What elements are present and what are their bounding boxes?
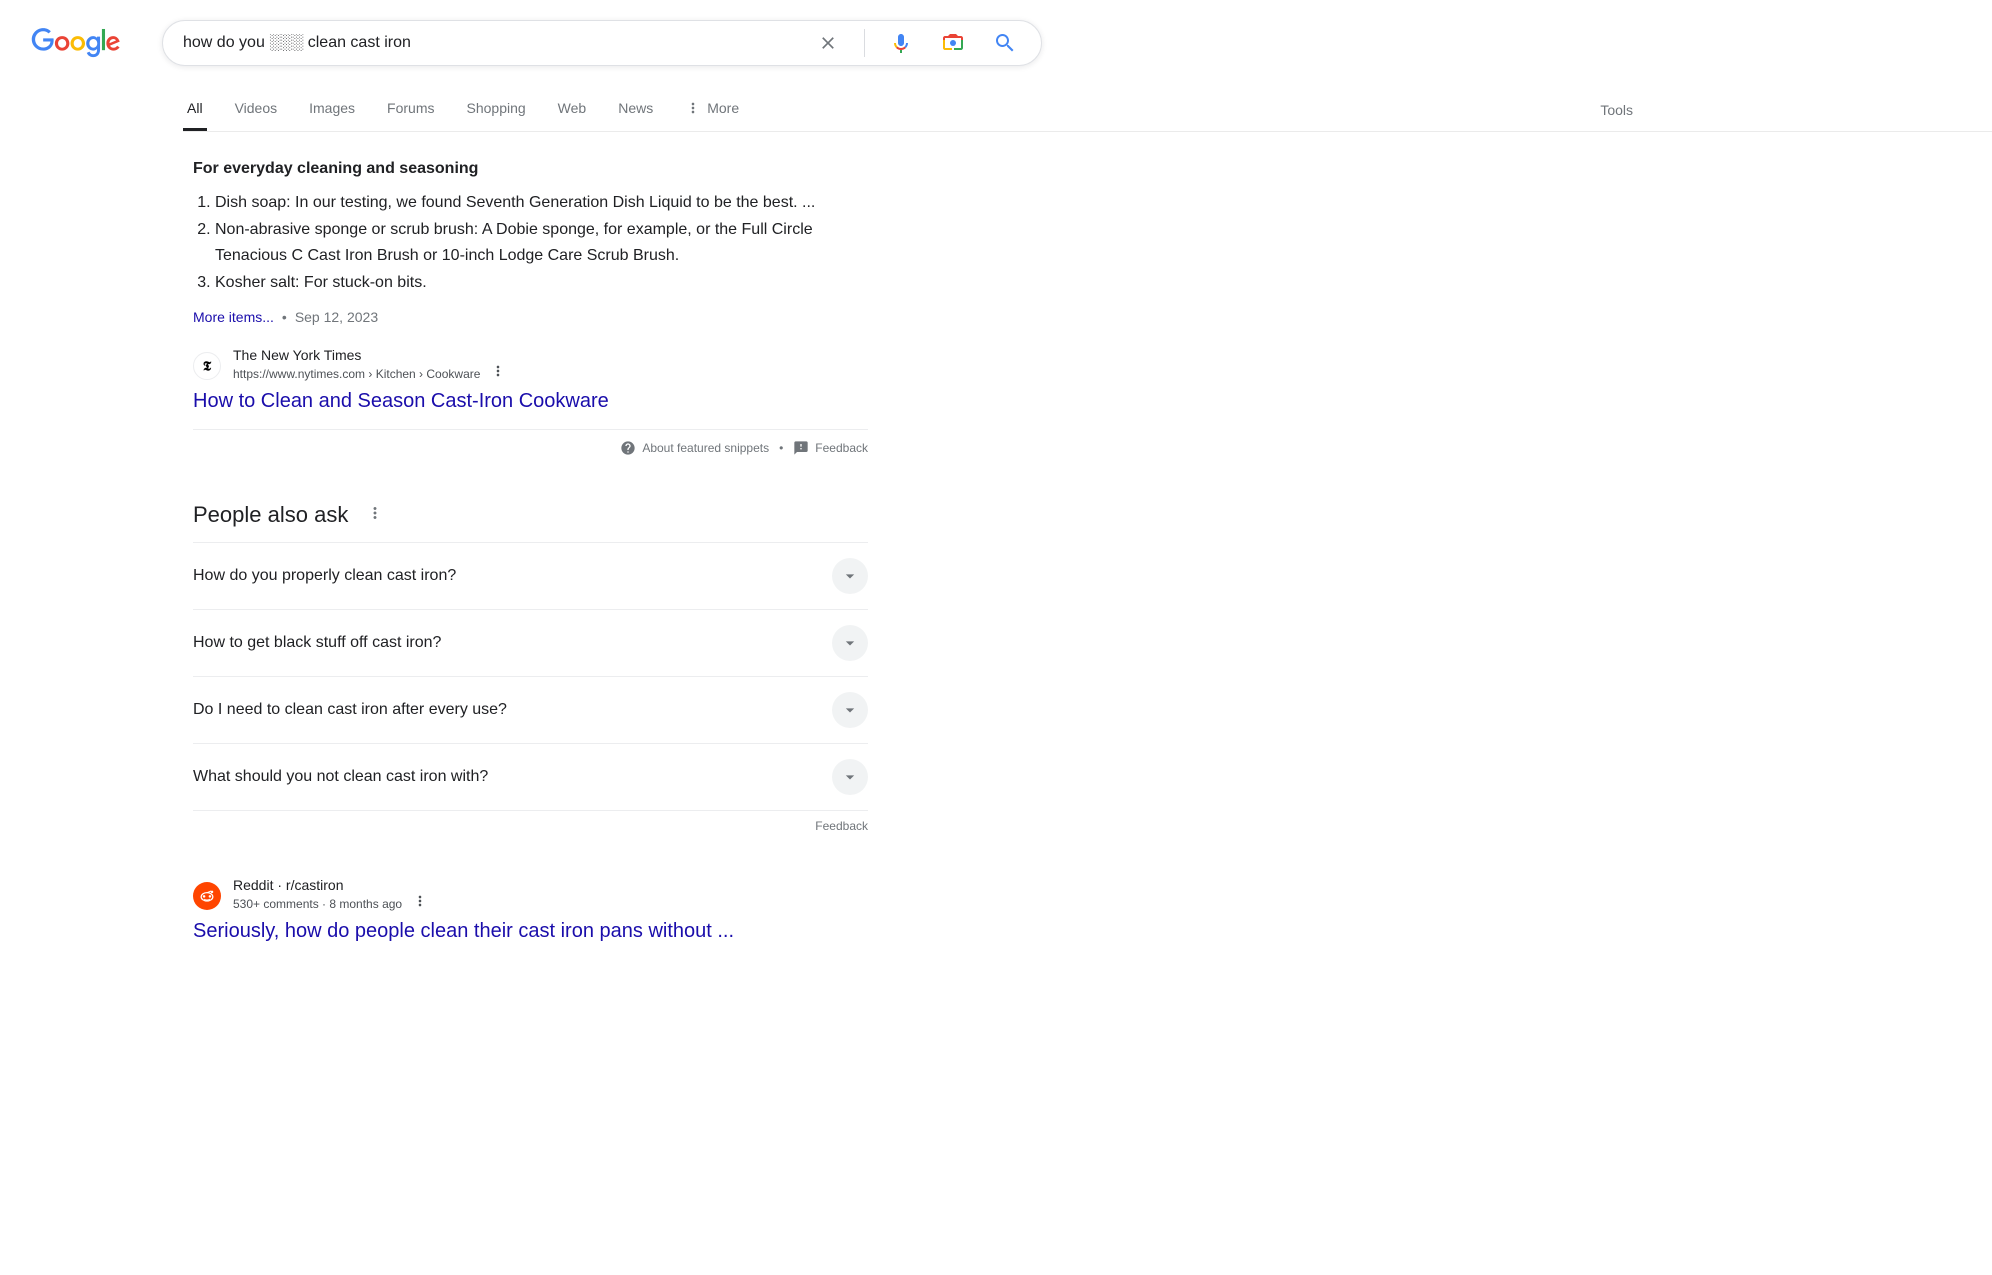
more-label: More (707, 100, 739, 116)
result-title-link[interactable]: Seriously, how do people clean their cas… (193, 920, 868, 943)
paa-question-text: Do I need to clean cast iron after every… (193, 701, 507, 719)
result-title-link[interactable]: How to Clean and Season Cast-Iron Cookwa… (193, 390, 868, 413)
paa-title: People also ask (193, 502, 348, 528)
source-name: Reddit · r/castiron (233, 877, 428, 893)
paa-question-text: How do you properly clean cast iron? (193, 567, 456, 585)
more-vert-icon (685, 100, 701, 116)
about-snippets-link[interactable]: About featured snippets (620, 440, 769, 456)
tab-videos[interactable]: Videos (231, 84, 282, 131)
tab-more[interactable]: More (681, 84, 743, 131)
people-also-ask: People also ask How do you properly clea… (193, 502, 868, 833)
clear-icon[interactable] (808, 23, 848, 63)
svg-text:𝕿: 𝕿 (203, 358, 212, 373)
chevron-down-icon (832, 625, 868, 661)
reddit-favicon (193, 882, 221, 910)
voice-search-icon[interactable] (881, 23, 921, 63)
result-menu-icon[interactable] (490, 363, 506, 384)
snippet-item: Kosher salt: For stuck-on bits. (215, 270, 868, 295)
separator: • (282, 309, 287, 325)
separator: • (779, 441, 783, 455)
source-meta: 530+ comments · 8 months ago (233, 897, 402, 911)
chevron-down-icon (832, 759, 868, 795)
feedback-link[interactable]: Feedback (793, 440, 868, 456)
paa-question-text: What should you not clean cast iron with… (193, 768, 488, 786)
search-input[interactable] (183, 34, 808, 52)
chevron-down-icon (832, 558, 868, 594)
search-icon[interactable] (985, 23, 1025, 63)
snippet-heading: For everyday cleaning and seasoning (193, 160, 868, 178)
source-name: The New York Times (233, 347, 506, 363)
tab-images[interactable]: Images (305, 84, 359, 131)
search-tabs: All Videos Images Forums Shopping Web Ne… (183, 84, 743, 131)
tab-web[interactable]: Web (554, 84, 591, 131)
help-icon (620, 440, 636, 456)
source-url: https://www.nytimes.com › Kitchen › Cook… (233, 367, 480, 381)
google-logo[interactable] (30, 28, 122, 63)
feedback-label: Feedback (815, 441, 868, 455)
tab-news[interactable]: News (614, 84, 657, 131)
snippet-date: Sep 12, 2023 (295, 309, 378, 325)
search-bar (162, 20, 1042, 66)
snippet-item: Non-abrasive sponge or scrub brush: A Do… (215, 217, 868, 268)
featured-snippet: For everyday cleaning and seasoning Dish… (193, 160, 868, 456)
paa-question-text: How to get black stuff off cast iron? (193, 634, 441, 652)
paa-question[interactable]: Do I need to clean cast iron after every… (193, 676, 868, 743)
feedback-icon (793, 440, 809, 456)
more-items-link[interactable]: More items... (193, 309, 274, 325)
nyt-favicon: 𝕿 (193, 352, 221, 380)
paa-question[interactable]: What should you not clean cast iron with… (193, 743, 868, 811)
about-label: About featured snippets (642, 441, 769, 455)
tools-button[interactable]: Tools (1596, 86, 1637, 130)
tab-all[interactable]: All (183, 84, 207, 131)
result-menu-icon[interactable] (412, 893, 428, 914)
image-search-icon[interactable] (933, 23, 973, 63)
tab-forums[interactable]: Forums (383, 84, 438, 131)
snippet-item: Dish soap: In our testing, we found Seve… (215, 190, 868, 215)
paa-feedback-link[interactable]: Feedback (193, 819, 868, 833)
paa-menu-icon[interactable] (366, 504, 384, 527)
chevron-down-icon (832, 692, 868, 728)
search-result: Reddit · r/castiron 530+ comments · 8 mo… (193, 877, 868, 943)
tab-shopping[interactable]: Shopping (463, 84, 530, 131)
paa-question[interactable]: How to get black stuff off cast iron? (193, 609, 868, 676)
paa-question[interactable]: How do you properly clean cast iron? (193, 542, 868, 609)
divider (864, 29, 865, 57)
